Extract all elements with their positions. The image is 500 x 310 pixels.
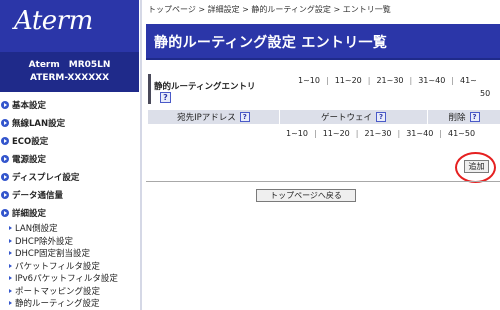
submenu-item-ipv6-filter[interactable]: IPv6パケットフィルタ設定 — [0, 272, 139, 285]
range-link[interactable]: 11~20 — [329, 76, 368, 85]
triangle-icon — [9, 301, 12, 306]
range-link[interactable]: 41~50 — [442, 129, 481, 138]
submenu-item-label: パケットフィルタ設定 — [15, 261, 100, 272]
arrow-bullet-icon — [1, 101, 9, 109]
range-link[interactable]: 31~40 — [400, 129, 439, 138]
submenu-item-label: DHCP除外設定 — [15, 236, 73, 247]
title-bar: 静的ルーティング設定 エントリ一覧 — [146, 24, 500, 58]
sidebar-item-eco[interactable]: ECO設定 — [0, 132, 139, 150]
help-icon[interactable]: ? — [239, 112, 250, 122]
column-header-delete: 削除 ? — [428, 110, 500, 124]
submenu-item-label: LAN側設定 — [15, 224, 58, 235]
sidebar-divider — [140, 0, 142, 310]
sidebar-item-label: データ通信量 — [12, 191, 64, 201]
logo-area: Aterm — [0, 0, 139, 52]
range-link[interactable]: 1~10 — [280, 129, 314, 138]
submenu-item-label: 静的ルーティング設定 — [15, 299, 100, 310]
entry-section-label: 静的ルーティングエントリ — [154, 82, 256, 92]
column-header-label: ゲートウェイ — [320, 113, 372, 123]
sidebar-item-power[interactable]: 電源設定 — [0, 150, 139, 168]
triangle-icon — [9, 288, 12, 293]
table-header: 宛先IPアドレス ? ゲートウェイ ? 削除 ? — [148, 110, 500, 124]
sidebar-item-label: 詳細設定 — [12, 209, 47, 219]
model-name: Aterm MR05LN — [28, 60, 111, 70]
arrow-bullet-icon — [1, 137, 9, 145]
sidebar: Aterm Aterm MR05LN ATERM-XXXXXX 基本設定 無線L… — [0, 0, 139, 310]
range-link[interactable]: 31~40 — [412, 76, 451, 85]
range-link[interactable]: 21~30 — [370, 76, 409, 85]
submenu-item-port-mapping[interactable]: ポートマッピング設定 — [0, 285, 139, 298]
arrow-bullet-icon — [1, 173, 9, 181]
submenu-item-lan[interactable]: LAN側設定 — [0, 222, 139, 235]
column-header-label: 宛先IPアドレス — [177, 113, 236, 123]
submenu-item-dhcp-exclude[interactable]: DHCP除外設定 — [0, 235, 139, 248]
sidebar-item-display[interactable]: ディスプレイ設定 — [0, 168, 139, 186]
arrow-bullet-icon — [1, 155, 9, 163]
sidebar-item-label: ディスプレイ設定 — [12, 173, 80, 183]
sidebar-item-label: 電源設定 — [12, 155, 47, 165]
sidebar-gap — [0, 92, 139, 95]
sidebar-nav: 基本設定 無線LAN設定 ECO設定 電源設定 ディスプレイ設定 データ通信量 … — [0, 96, 139, 310]
submenu-item-label: DHCP固定割当設定 — [15, 249, 90, 260]
title-underline — [146, 58, 500, 60]
entry-range-links-bottom: 1~10 | 11~20 | 21~30 | 31~40 | 41~50 — [280, 129, 481, 138]
add-button[interactable]: 追加 — [464, 160, 489, 173]
device-id: ATERM-XXXXXX — [29, 73, 110, 83]
range-link[interactable]: 41~ — [454, 76, 483, 85]
content-divider — [146, 181, 500, 182]
sidebar-item-data-usage[interactable]: データ通信量 — [0, 186, 139, 204]
sidebar-item-advanced[interactable]: 詳細設定 — [0, 204, 139, 222]
back-to-top-button[interactable]: トップページへ戻る — [256, 189, 356, 202]
triangle-icon — [9, 263, 12, 268]
entry-section: 静的ルーティングエントリ ? — [148, 74, 272, 104]
range-link[interactable]: 11~20 — [317, 129, 356, 138]
sidebar-item-label: 基本設定 — [12, 101, 47, 111]
column-header-label: 削除 — [448, 113, 466, 123]
sidebar-item-basic[interactable]: 基本設定 — [0, 96, 139, 114]
column-header-destination: 宛先IPアドレス ? — [148, 110, 280, 124]
page-title: 静的ルーティング設定 エントリ一覧 — [154, 35, 388, 51]
submenu-item-label: ポートマッピング設定 — [15, 286, 101, 297]
aterm-logo: Aterm — [14, 6, 93, 36]
range-link[interactable]: 21~30 — [358, 129, 397, 138]
arrow-bullet-icon — [1, 209, 9, 217]
help-icon[interactable]: ? — [469, 112, 480, 122]
triangle-icon — [9, 226, 12, 231]
range-link[interactable]: 1~10 — [292, 76, 326, 85]
range-link-continuation[interactable]: 50 — [480, 89, 490, 98]
triangle-icon — [9, 251, 12, 256]
help-icon[interactable]: ? — [160, 92, 171, 103]
arrow-bullet-icon — [1, 119, 9, 127]
column-header-gateway: ゲートウェイ ? — [280, 110, 428, 124]
submenu-item-packet-filter[interactable]: パケットフィルタ設定 — [0, 260, 139, 273]
sidebar-item-label: 無線LAN設定 — [12, 119, 66, 129]
section-marker — [148, 74, 151, 104]
breadcrumb[interactable]: トップページ > 詳細設定 > 静的ルーティング設定 > エントリ一覧 — [148, 4, 391, 15]
advanced-submenu: LAN側設定 DHCP除外設定 DHCP固定割当設定 パケットフィルタ設定 IP… — [0, 222, 139, 310]
triangle-icon — [9, 238, 12, 243]
help-icon[interactable]: ? — [376, 112, 386, 122]
triangle-icon — [9, 276, 12, 281]
sidebar-item-label: ECO設定 — [12, 137, 49, 147]
model-info: Aterm MR05LN ATERM-XXXXXX — [0, 52, 139, 92]
submenu-item-dhcp-fixed[interactable]: DHCP固定割当設定 — [0, 247, 139, 260]
sidebar-item-wireless-lan[interactable]: 無線LAN設定 — [0, 114, 139, 132]
arrow-bullet-icon — [1, 191, 9, 199]
entry-range-links-top: 1~10 | 11~20 | 21~30 | 31~40 | 41~ — [292, 76, 483, 85]
submenu-item-label: IPv6パケットフィルタ設定 — [15, 274, 118, 285]
submenu-item-static-routing[interactable]: 静的ルーティング設定 — [0, 297, 139, 310]
